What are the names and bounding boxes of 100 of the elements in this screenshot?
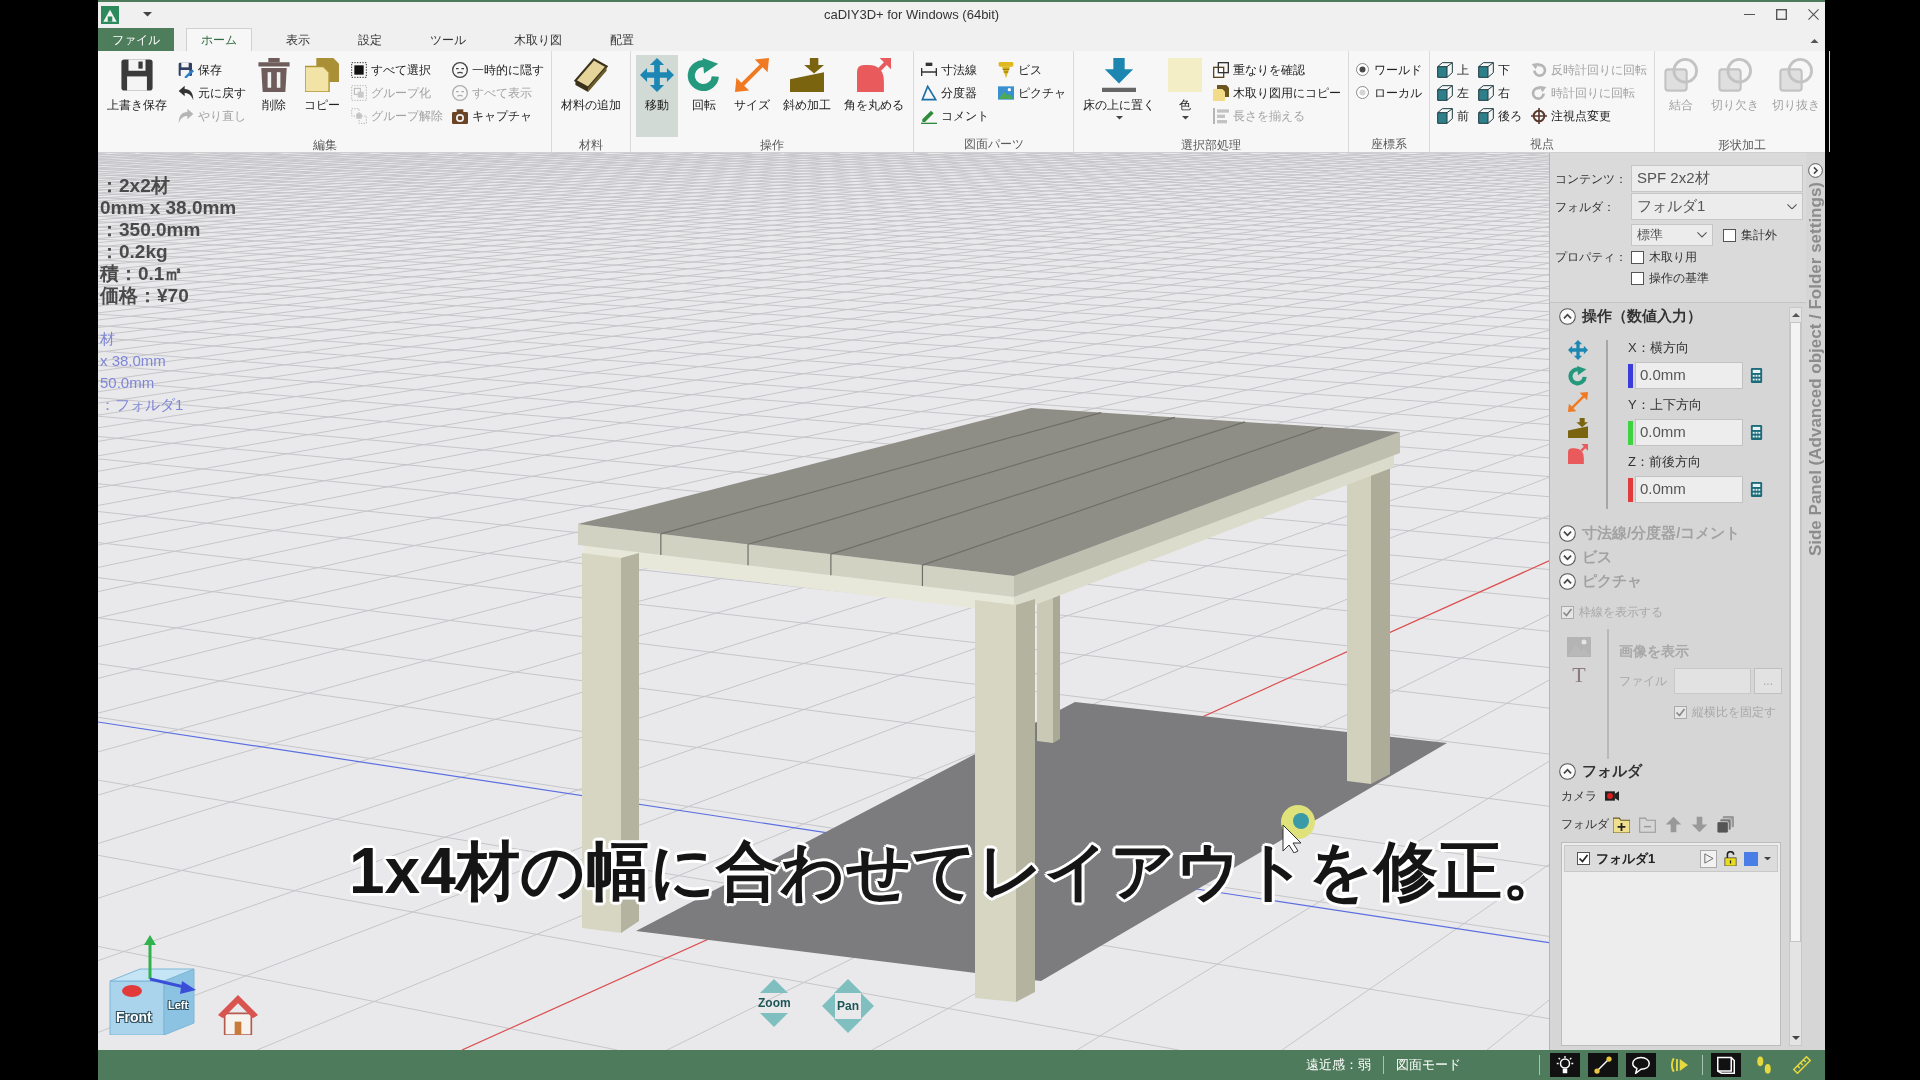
chevron-right-icon[interactable]: [1808, 163, 1823, 178]
toolbar-button[interactable]: キャプチャ: [450, 104, 546, 127]
object-info-text: 50.0mm: [100, 373, 156, 393]
camera-icon: [452, 107, 468, 124]
toolbar-button[interactable]: 角を丸める: [840, 55, 908, 137]
checkbox[interactable]: [1723, 228, 1736, 242]
close-icon[interactable]: [1808, 9, 1819, 20]
section-header[interactable]: 操作（数値入力）: [1550, 304, 1789, 328]
number-input[interactable]: 0.0mm: [1635, 419, 1743, 446]
checkbox-label: 操作の基準: [1649, 270, 1709, 287]
radio-option[interactable]: ローカル: [1354, 81, 1424, 104]
caret-up-icon[interactable]: [1810, 38, 1819, 44]
checkbox[interactable]: [1577, 852, 1590, 865]
toolbar-button[interactable]: 床の上に置く: [1079, 55, 1159, 137]
toolbar-button[interactable]: 注視点変更: [1529, 104, 1649, 127]
radio-option[interactable]: ワールド: [1354, 58, 1424, 81]
stacked-pages-icon[interactable]: [1717, 815, 1734, 833]
object-info-text: ：2x2材: [100, 175, 171, 197]
calculator-icon[interactable]: [1749, 425, 1764, 440]
toolbar-button[interactable]: 分度器: [919, 81, 991, 104]
video-camera-icon[interactable]: [1605, 789, 1619, 803]
toolbar-button[interactable]: 回転: [683, 55, 725, 137]
diagonal-arrow-icon: [735, 58, 769, 92]
toolbar-button[interactable]: 左: [1435, 81, 1471, 104]
object-info-text: ：0.2kg: [100, 241, 169, 263]
toolbar-button[interactable]: 寸法線: [919, 58, 991, 81]
toolbar-button[interactable]: 後ろ: [1476, 104, 1524, 127]
dimension-line-icon: [921, 61, 937, 78]
toolbar-button[interactable]: 保存: [176, 58, 248, 81]
toolbar-button[interactable]: すべて選択: [349, 58, 445, 81]
toolbar-button[interactable]: ビス: [996, 58, 1068, 81]
color-swatch-icon[interactable]: [1744, 851, 1758, 866]
caret-down-icon[interactable]: [1764, 856, 1771, 861]
rotate-right-icon: [1531, 84, 1547, 101]
toolbar-button[interactable]: 移動: [636, 55, 678, 137]
checkbox[interactable]: [1631, 271, 1644, 285]
checkbox[interactable]: [1631, 250, 1644, 264]
slope-arrow-icon[interactable]: [1568, 418, 1588, 438]
toolbar-button[interactable]: サイズ: [730, 55, 774, 137]
cube-icon: [1437, 84, 1453, 101]
object-info-text: 価格：¥70: [100, 285, 190, 307]
status-toggle[interactable]: [1550, 1053, 1580, 1077]
toolbar-button[interactable]: 重なりを確認: [1211, 58, 1343, 81]
toolbar-button[interactable]: 木取り図用にコピー: [1211, 81, 1343, 104]
toolbar-button[interactable]: ピクチャ: [996, 81, 1068, 104]
toolbar-button[interactable]: 一時的に隠す: [450, 58, 546, 81]
ribbon-tab[interactable]: ファイル: [98, 28, 174, 51]
toolbar-button[interactable]: 斜め加工: [779, 55, 835, 137]
text-field[interactable]: SPF 2x2材: [1631, 165, 1803, 192]
number-input[interactable]: 0.0mm: [1635, 362, 1743, 389]
broadcast-play-icon: [1670, 1056, 1688, 1074]
down-arrow-icon: [760, 1013, 789, 1027]
toolbar-button[interactable]: 元に戻す: [176, 81, 248, 104]
ribbon-tab[interactable]: ツール: [416, 28, 480, 51]
play-button[interactable]: [1700, 849, 1717, 868]
number-input[interactable]: 0.0mm: [1635, 476, 1743, 503]
calculator-icon[interactable]: [1749, 368, 1764, 383]
open-padlock-icon[interactable]: [1723, 851, 1738, 866]
dropdown[interactable]: フォルダ1: [1631, 193, 1803, 220]
toolbar-button[interactable]: 上: [1435, 58, 1471, 81]
toolbar-button[interactable]: 材料の追加: [557, 55, 625, 137]
vertical-scrollbar[interactable]: [1789, 307, 1802, 1046]
pan-control[interactable]: Pan: [822, 979, 874, 1033]
dashed-squares-icon: [351, 107, 367, 124]
status-toggle[interactable]: [1626, 1053, 1656, 1077]
folder-add-icon[interactable]: [1613, 815, 1630, 833]
maximize-icon[interactable]: [1776, 9, 1787, 20]
ribbon-tab[interactable]: ホーム: [186, 28, 252, 51]
status-toggle[interactable]: [1711, 1053, 1741, 1077]
scrollbar-thumb[interactable]: [1790, 322, 1801, 942]
status-toggle[interactable]: [1588, 1053, 1618, 1077]
ribbon-tab[interactable]: 表示: [272, 28, 324, 51]
caret-down-icon[interactable]: [143, 12, 152, 17]
shape-combine-icon: [1779, 58, 1813, 92]
zoom-control[interactable]: Zoom: [758, 979, 791, 1027]
ribbon-tab[interactable]: 配置: [596, 28, 648, 51]
toolbar-button[interactable]: 色: [1164, 55, 1206, 137]
field-label: フォルダ: [1561, 816, 1610, 833]
group-label: 選択部処理: [1181, 137, 1241, 152]
picture-icon: [1567, 635, 1591, 659]
dropdown[interactable]: 標準: [1631, 224, 1713, 246]
calculator-icon[interactable]: [1749, 482, 1764, 497]
four-way-arrow-icon[interactable]: [1568, 340, 1588, 360]
file-input[interactable]: [1674, 668, 1751, 694]
section-header[interactable]: フォルダ: [1550, 759, 1789, 783]
home-view-button[interactable]: [218, 995, 258, 1035]
speech-bubble-icon: [1632, 1056, 1650, 1074]
ribbon-tab[interactable]: 設定: [344, 28, 396, 51]
toolbar-button[interactable]: 前: [1435, 104, 1471, 127]
toolbar-button[interactable]: 上書き保存: [103, 55, 171, 137]
object-info-text: ：350.0mm: [100, 219, 202, 241]
toolbar-button[interactable]: 下: [1476, 58, 1524, 81]
minimize-icon[interactable]: [1744, 13, 1755, 16]
toolbar-button[interactable]: コピー: [300, 55, 344, 137]
toolbar-button[interactable]: 右: [1476, 81, 1524, 104]
toolbar-button[interactable]: コメント: [919, 104, 991, 127]
ribbon-tab[interactable]: 木取り図: [500, 28, 576, 51]
toolbar-button[interactable]: 削除: [253, 55, 295, 137]
folder-row[interactable]: フォルダ1: [1564, 845, 1778, 872]
circular-arrow-icon: [687, 58, 721, 92]
